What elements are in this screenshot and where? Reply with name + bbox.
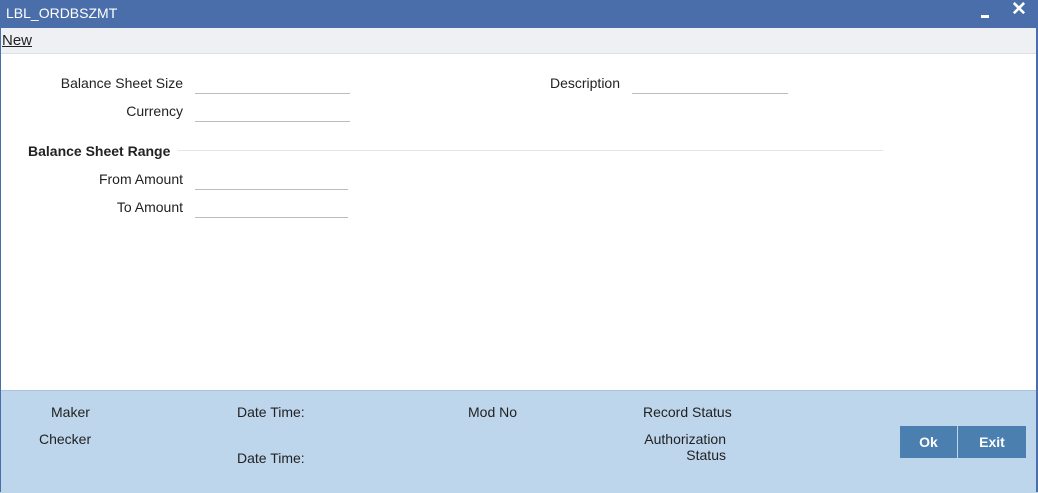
checker-label: Checker xyxy=(39,431,92,447)
close-icon[interactable]: ✕ xyxy=(1009,0,1029,20)
from-amount-label: From Amount xyxy=(98,171,183,187)
balance-sheet-size-label: Balance Sheet Size xyxy=(60,75,183,91)
title-bar: LBL_ORDBSZMT ✕ xyxy=(0,0,1038,28)
window-title: LBL_ORDBSZMT xyxy=(6,5,118,21)
record-status-label: Record Status xyxy=(643,404,732,420)
maker-date-time-label: Date Time: xyxy=(237,404,305,420)
minimize-icon[interactable] xyxy=(978,9,992,23)
authorization-status-label-line2: Status xyxy=(686,447,726,463)
maker-label: Maker xyxy=(51,404,90,420)
to-amount-label: To Amount xyxy=(116,199,183,215)
from-amount-input[interactable] xyxy=(195,171,348,190)
form-area: Balance Sheet Size Currency Description … xyxy=(0,54,1038,390)
balance-sheet-range-title: Balance Sheet Range xyxy=(28,143,171,159)
to-amount-input[interactable] xyxy=(195,199,348,218)
mod-no-label: Mod No xyxy=(468,404,518,420)
exit-button[interactable]: Exit xyxy=(958,426,1026,458)
new-link[interactable]: New xyxy=(2,32,32,49)
checker-date-time-label: Date Time: xyxy=(237,450,305,466)
toolbar: New xyxy=(0,28,1038,54)
description-label: Description xyxy=(549,75,620,91)
currency-input[interactable] xyxy=(195,103,350,122)
description-input[interactable] xyxy=(632,75,788,94)
balance-sheet-size-input[interactable] xyxy=(195,75,350,94)
audit-footer: Maker Checker Date Time: Date Time: Mod … xyxy=(0,390,1038,493)
authorization-status-label-line1: Authorization xyxy=(644,431,726,447)
currency-label: Currency xyxy=(126,103,183,119)
ok-button[interactable]: Ok xyxy=(900,426,957,458)
